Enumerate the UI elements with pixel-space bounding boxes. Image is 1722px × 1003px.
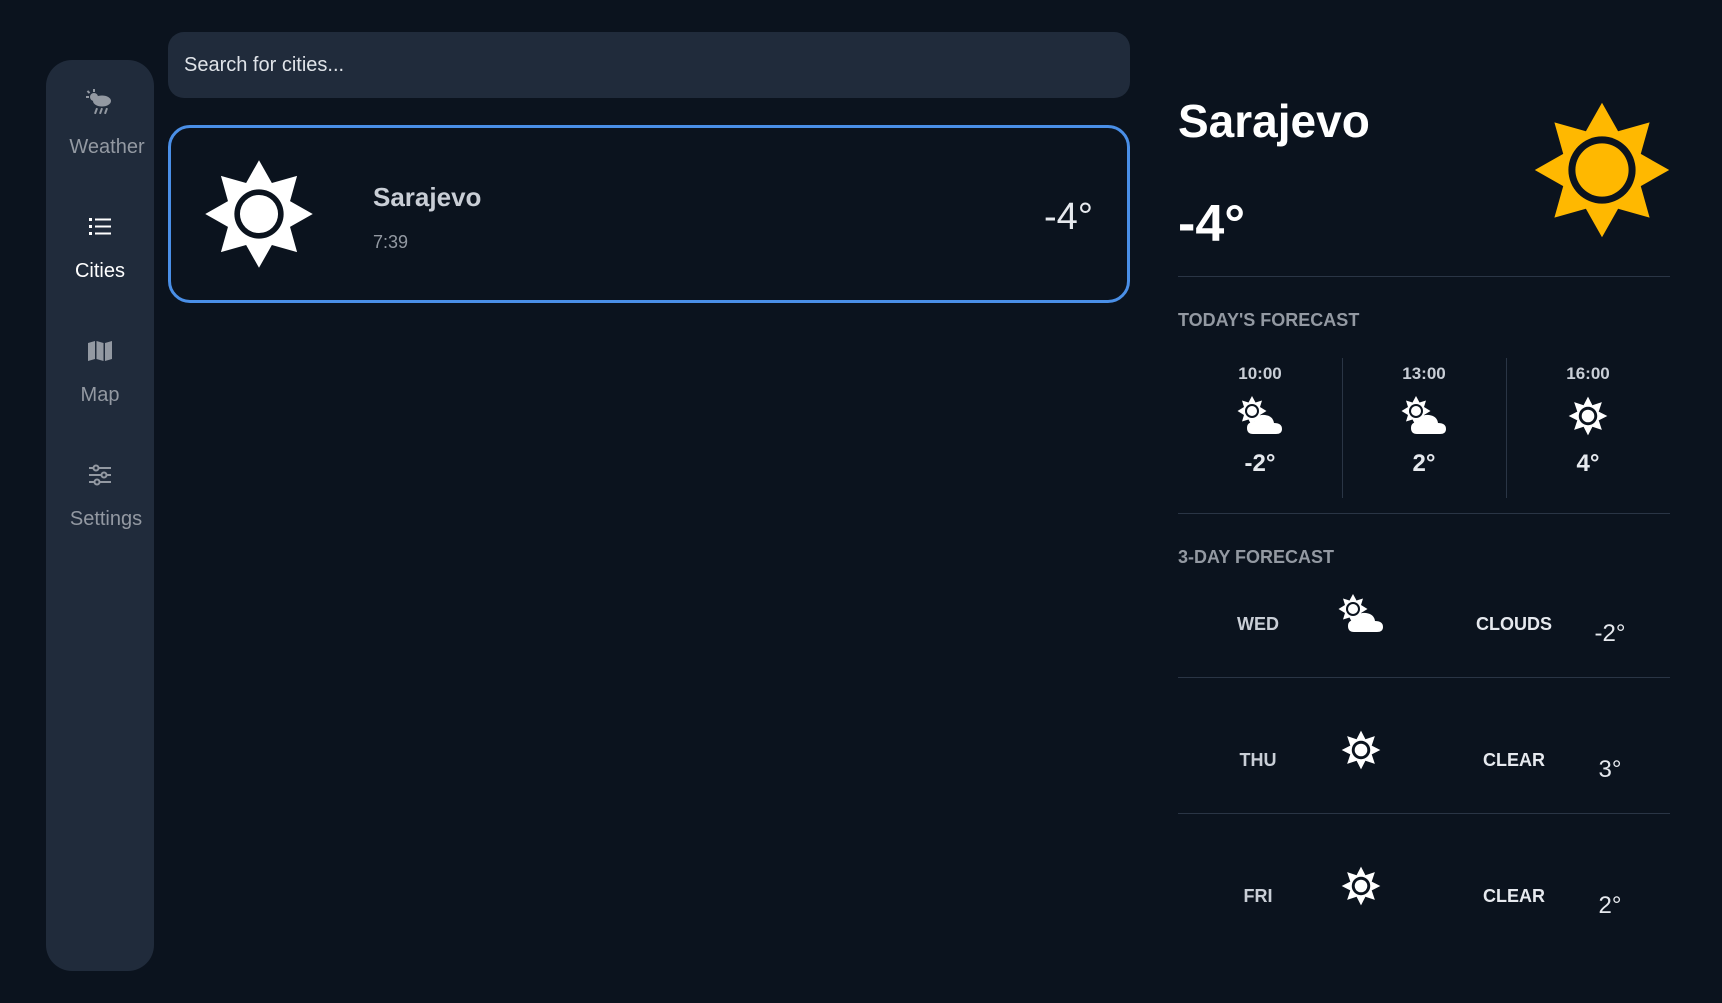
nav-item-weather[interactable]: Weather [46, 88, 154, 159]
weather-icon [85, 88, 115, 118]
nav-label-cities: Cities [74, 260, 125, 282]
map-icon [85, 336, 115, 366]
day-forecast-row: WED CLOUDS -2° [1178, 594, 1670, 750]
city-name: Sarajevo [373, 182, 482, 212]
city-local-time: 7:39 [373, 232, 409, 252]
three-day-forecast-title: 3-DAY FORECAST [1178, 547, 1335, 567]
nav-label-settings: Settings [69, 508, 143, 530]
nav-label-map: Map [80, 384, 120, 406]
search-input[interactable] [168, 32, 1130, 98]
day-temp: 3° [1598, 756, 1622, 783]
hourly-item: 16:00 4° [1506, 358, 1670, 498]
divider [1178, 813, 1670, 814]
hourly-forecast: 10:00 -2° 13:00 2° 16:00 4° [1178, 358, 1670, 498]
hourly-item: 13:00 2° [1342, 358, 1506, 498]
hourly-temp: 2° [1412, 450, 1436, 477]
nav-item-settings[interactable]: Settings [46, 460, 154, 531]
partly-cloudy-icon [1336, 592, 1386, 636]
divider [1178, 276, 1670, 277]
divider [1178, 677, 1670, 678]
hourly-temp: -2° [1244, 450, 1276, 477]
day-name: WED [1237, 614, 1279, 634]
day-name: THU [1239, 750, 1277, 770]
sliders-icon [85, 460, 115, 490]
day-condition: CLOUDS [1476, 614, 1552, 634]
partly-cloudy-icon [1235, 394, 1285, 438]
city-card[interactable]: Sarajevo 7:39 -4° [168, 125, 1130, 303]
partly-cloudy-icon [1399, 394, 1449, 438]
day-condition: CLEAR [1483, 750, 1545, 770]
day-forecast-row: FRI CLEAR 2° [1178, 866, 1670, 1003]
day-temp: -2° [1594, 620, 1626, 647]
day-temp: 2° [1598, 892, 1622, 919]
detail-city-title: Sarajevo [1178, 95, 1370, 147]
day-name: FRI [1243, 886, 1273, 906]
sun-icon [1336, 864, 1386, 908]
hourly-item: 10:00 -2° [1178, 358, 1342, 498]
sun-icon [1336, 728, 1386, 772]
day-forecast-row: THU CLEAR 3° [1178, 730, 1670, 886]
hourly-time: 13:00 [1402, 364, 1446, 383]
hourly-temp: 4° [1576, 450, 1600, 477]
city-temperature: -4° [1044, 196, 1093, 238]
hourly-time: 16:00 [1566, 364, 1610, 383]
divider [1178, 513, 1670, 514]
sun-icon [203, 158, 315, 270]
weather-detail-panel: Sarajevo -4° TODAY'S FORECAST 10:00 -2° … [1178, 0, 1670, 1003]
nav-item-cities[interactable]: Cities [46, 212, 154, 283]
sidebar-nav: Weather Cities Map Settings [46, 60, 154, 971]
sun-icon [1563, 394, 1613, 438]
list-icon [85, 212, 115, 242]
day-condition: CLEAR [1483, 886, 1545, 906]
todays-forecast-title: TODAY'S FORECAST [1178, 310, 1360, 330]
detail-current-temp: -4° [1178, 195, 1246, 253]
nav-label-weather: Weather [69, 136, 145, 158]
nav-item-map[interactable]: Map [46, 336, 154, 407]
sun-icon [1532, 100, 1672, 240]
hourly-time: 10:00 [1238, 364, 1282, 383]
